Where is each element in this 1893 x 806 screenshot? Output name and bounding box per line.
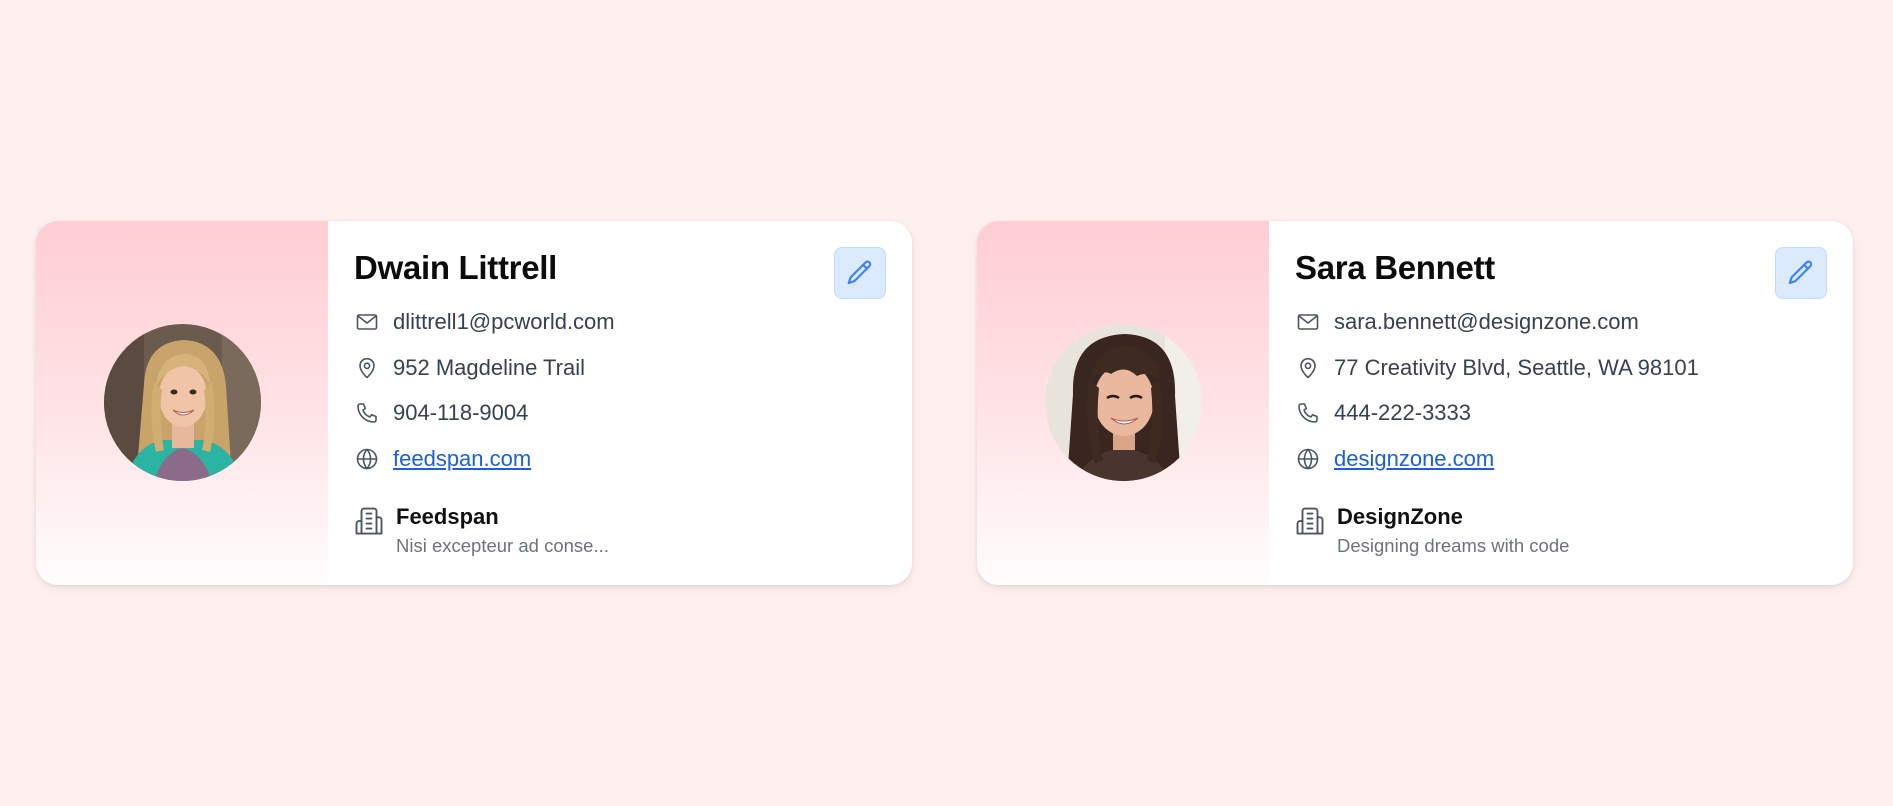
address-row: 77 Creativity Blvd, Seattle, WA 98101 <box>1295 353 1699 383</box>
card-main: Dwain Littrell dlittrell1@pcworld.com 95… <box>354 221 912 585</box>
company-name: DesignZone <box>1337 504 1463 529</box>
phone-icon <box>354 400 380 426</box>
globe-icon <box>354 446 380 472</box>
pencil-icon <box>847 260 872 285</box>
email-text: dlittrell1@pcworld.com <box>393 309 615 334</box>
pencil-icon <box>1788 260 1813 285</box>
company-name: Feedspan <box>396 504 499 529</box>
building-icon <box>1295 506 1325 536</box>
edit-button[interactable] <box>834 247 886 299</box>
phone-row: 904-118-9004 <box>354 398 528 428</box>
address-text: 77 Creativity Blvd, Seattle, WA 98101 <box>1334 355 1699 380</box>
address-row: 952 Magdeline Trail <box>354 353 585 383</box>
company-tagline: Designing dreams with code <box>1337 535 1570 556</box>
mail-icon <box>1295 309 1321 335</box>
contact-card: Sara Bennett sara.bennett@designzone.com <box>977 221 1853 585</box>
website-link[interactable]: feedspan.com <box>393 446 531 472</box>
map-pin-icon <box>1295 355 1321 381</box>
company-block: DesignZone Designing dreams with code <box>1295 504 1569 557</box>
email-row: dlittrell1@pcworld.com <box>354 307 615 337</box>
contact-card: Dwain Littrell dlittrell1@pcworld.com 95… <box>36 221 912 585</box>
address-text: 952 Magdeline Trail <box>393 355 586 380</box>
avatar <box>1045 324 1202 481</box>
contact-name: Sara Bennett <box>1295 249 1495 286</box>
email-row: sara.bennett@designzone.com <box>1295 307 1639 337</box>
edit-button[interactable] <box>1775 247 1827 299</box>
company-tagline: Nisi excepteur ad conse... <box>396 535 609 556</box>
card-main: Sara Bennett sara.bennett@designzone.com <box>1295 221 1853 585</box>
phone-text: 904-118-9004 <box>393 400 529 425</box>
phone-text: 444-222-3333 <box>1334 400 1472 425</box>
globe-icon <box>1295 446 1321 472</box>
website-row: feedspan.com <box>354 444 531 474</box>
phone-row: 444-222-3333 <box>1295 398 1471 428</box>
phone-icon <box>1295 400 1321 426</box>
building-icon <box>354 506 384 536</box>
avatar <box>104 324 261 481</box>
map-pin-icon <box>354 355 380 381</box>
email-text: sara.bennett@designzone.com <box>1334 309 1639 334</box>
company-block: Feedspan Nisi excepteur ad conse... <box>354 504 609 557</box>
card-side-panel <box>977 221 1269 585</box>
website-row: designzone.com <box>1295 444 1494 474</box>
mail-icon <box>354 309 380 335</box>
card-side-panel <box>36 221 328 585</box>
contact-name: Dwain Littrell <box>354 249 557 286</box>
website-link[interactable]: designzone.com <box>1334 446 1494 472</box>
